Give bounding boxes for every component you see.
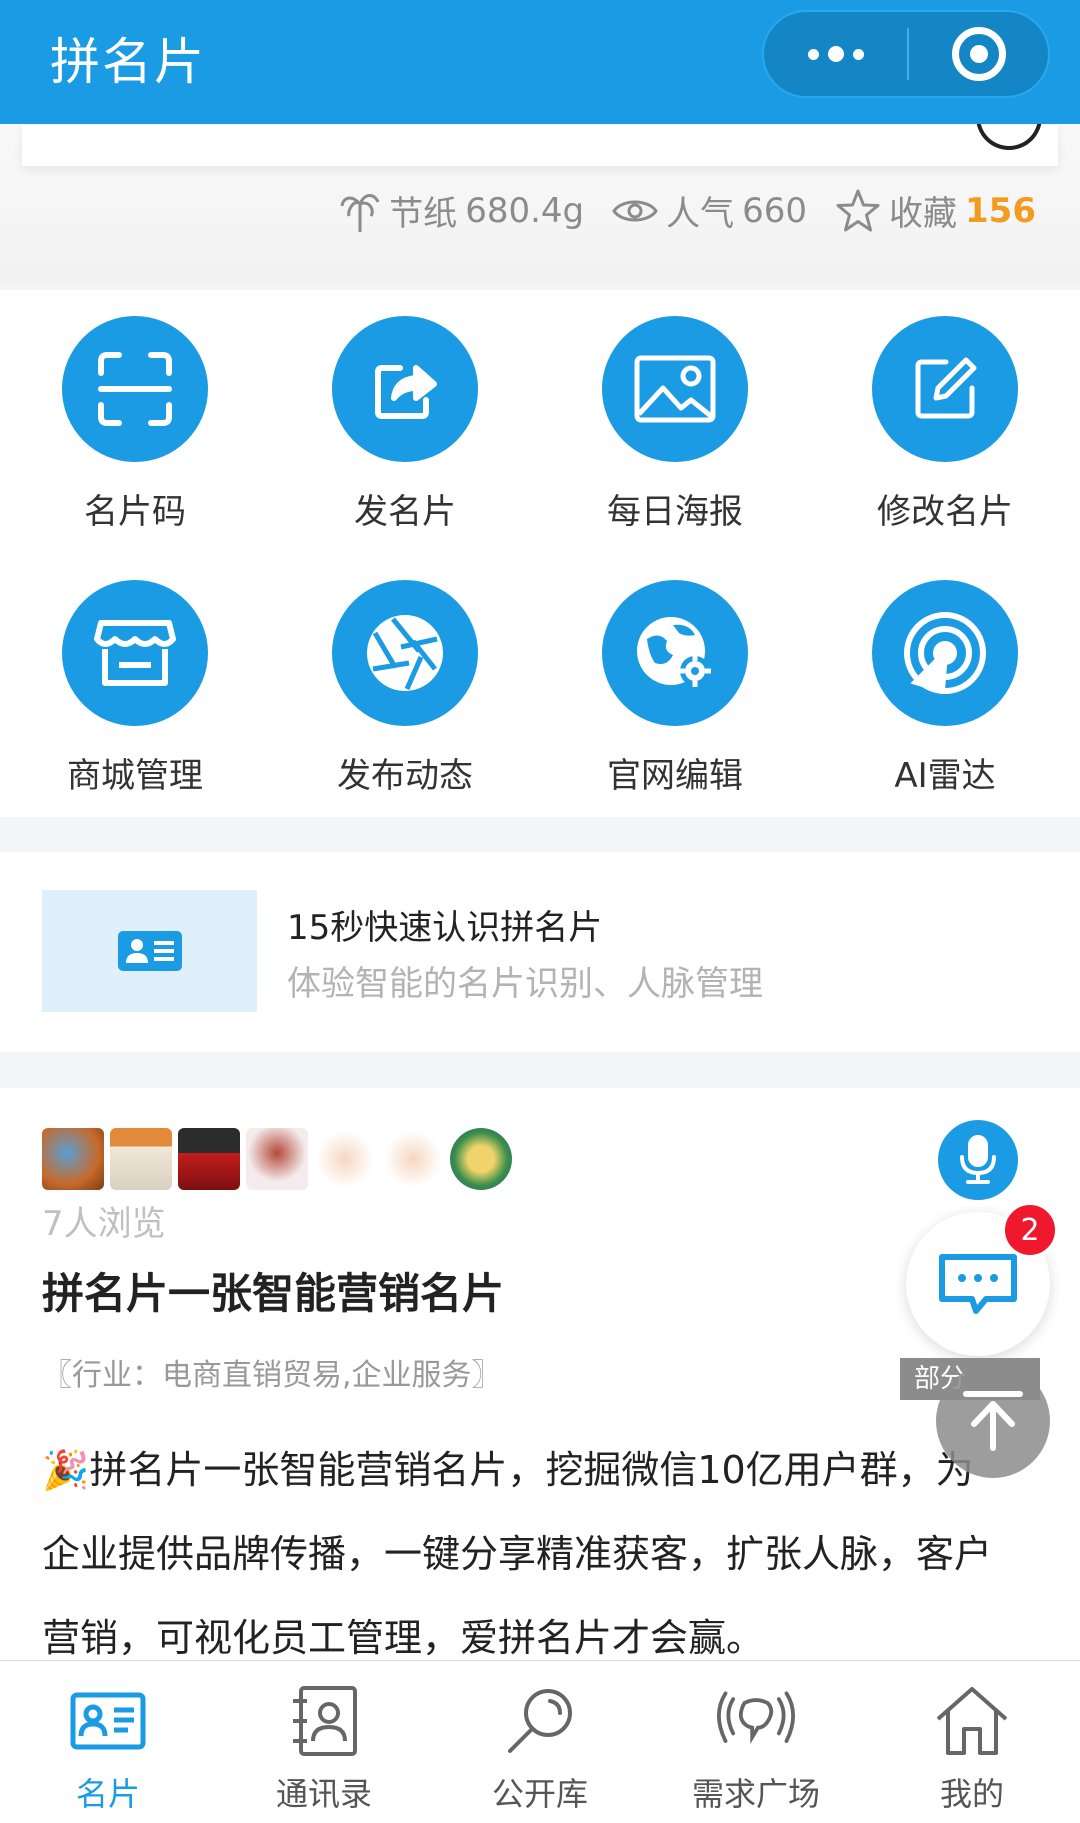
tab-label: 需求广场: [691, 1775, 820, 1813]
scan-frame-icon: [62, 316, 208, 462]
share-icon: [332, 316, 478, 462]
grid-label: 修改名片: [877, 492, 1013, 532]
title-bar: 拼名片: [0, 0, 1080, 124]
avatar: [382, 1128, 444, 1190]
grid-label: 发名片: [354, 492, 456, 532]
popularity-label: 人气: [666, 194, 735, 234]
business-card-bottom: [22, 94, 1058, 166]
tab-card[interactable]: 名片: [0, 1661, 216, 1823]
intro-thumbnail: [42, 890, 257, 1012]
favorite-value: 156: [965, 190, 1036, 231]
avatar: [246, 1128, 308, 1190]
edit-icon: [872, 316, 1018, 462]
close-button[interactable]: [909, 27, 1048, 81]
grid-item-site-edit[interactable]: 官网编辑: [540, 580, 810, 797]
contacts-icon: [284, 1681, 364, 1761]
more-dots-icon[interactable]: [764, 12, 907, 96]
palm-tree-icon: [340, 193, 380, 232]
star-icon: [836, 189, 880, 231]
tab-contacts[interactable]: 通讯录: [216, 1661, 432, 1823]
back-to-top-button[interactable]: [936, 1364, 1050, 1478]
grid-item-daily-poster[interactable]: 每日海报: [540, 316, 810, 533]
grid-label: 商城管理: [67, 756, 203, 796]
grid-label: 名片码: [84, 492, 186, 532]
radar-icon: [872, 580, 1018, 726]
tab-label: 公开库: [491, 1775, 588, 1813]
view-count: 7人浏览: [42, 1204, 166, 1244]
tab-label: 我的: [939, 1775, 1004, 1813]
paper-saved-label: 节纸: [389, 194, 458, 234]
microphone-icon: [960, 1135, 996, 1184]
image-icon: [602, 316, 748, 462]
store-icon: [62, 580, 208, 726]
chat-bubble-icon: [939, 1254, 1017, 1314]
grid-item-send-card[interactable]: 发名片: [270, 316, 540, 533]
grid-label: 每日海报: [607, 492, 743, 532]
eye-icon: [612, 200, 658, 221]
broadcast-icon: [716, 1681, 796, 1761]
app-root: 拼名片 节纸 680.4g 人气 660 收藏 156 名片码 发名片 每日海报…: [0, 0, 1080, 1823]
mini-program-capsule: [762, 10, 1050, 98]
avatar: [314, 1128, 376, 1190]
industry-tag: 〖行业：电商直销贸易,企业服务〗: [42, 1358, 502, 1393]
card-headline: 拼名片一张智能营销名片: [42, 1269, 505, 1318]
avatar: [178, 1128, 240, 1190]
tab-label: 名片: [75, 1775, 140, 1813]
aperture-icon: [332, 580, 478, 726]
grid-label: AI雷达: [894, 756, 996, 796]
grid-item-edit-card[interactable]: 修改名片: [810, 316, 1080, 533]
grid-label: 官网编辑: [607, 756, 743, 796]
feature-grid: 名片码 发名片 每日海报 修改名片 商城管理 发布动态 官网编辑 AI雷达: [0, 290, 1080, 817]
tab-mine[interactable]: 我的: [864, 1661, 1080, 1823]
intro-subtitle: 体验智能的名片识别、人脉管理: [287, 964, 763, 1004]
id-card-icon: [117, 931, 182, 971]
search-icon: [500, 1681, 580, 1761]
home-icon: [932, 1681, 1012, 1761]
favorite-stat[interactable]: 收藏 156: [835, 186, 1036, 235]
card-description: 🎉拼名片一张智能营销名片，挖掘微信10亿用户群，为企业提供品牌传播，一键分享精准…: [42, 1448, 993, 1660]
intro-banner[interactable]: 15秒快速认识拼名片 体验智能的名片识别、人脉管理: [0, 852, 1080, 1052]
visitor-avatars[interactable]: [42, 1128, 512, 1190]
target-close-icon: [951, 27, 1006, 81]
grid-item-card-code[interactable]: 名片码: [0, 316, 270, 533]
grid-item-post-update[interactable]: 发布动态: [270, 580, 540, 797]
tab-label: 通讯录: [275, 1775, 372, 1813]
grid-item-ai-radar[interactable]: AI雷达: [810, 580, 1080, 797]
avatar: [42, 1128, 104, 1190]
popularity-value: 660: [742, 190, 808, 231]
card-stats: 节纸 680.4g 人气 660 收藏 156: [339, 186, 1036, 235]
favorite-label: 收藏: [889, 194, 958, 234]
unread-badge: 2: [1002, 1202, 1058, 1258]
grid-label: 发布动态: [337, 756, 473, 796]
globe-gear-icon: [602, 580, 748, 726]
intro-title: 15秒快速认识拼名片: [287, 908, 603, 948]
tab-public-library[interactable]: 公开库: [432, 1661, 648, 1823]
card-icon: [68, 1681, 148, 1761]
popularity-stat: 人气 660: [612, 186, 807, 235]
tab-demand-square[interactable]: 需求广场: [648, 1661, 864, 1823]
arrow-up-icon: [963, 1391, 1023, 1451]
avatar: [110, 1128, 172, 1190]
paper-saved-stat: 节纸 680.4g: [339, 186, 584, 235]
avatar: [450, 1128, 512, 1190]
grid-item-store-manage[interactable]: 商城管理: [0, 580, 270, 797]
bottom-tab-bar: 名片 通讯录 公开库 需求广场 我的: [0, 1660, 1080, 1823]
paper-saved-value: 680.4g: [465, 190, 585, 231]
page-title: 拼名片: [50, 33, 206, 91]
voice-button[interactable]: [938, 1120, 1018, 1200]
